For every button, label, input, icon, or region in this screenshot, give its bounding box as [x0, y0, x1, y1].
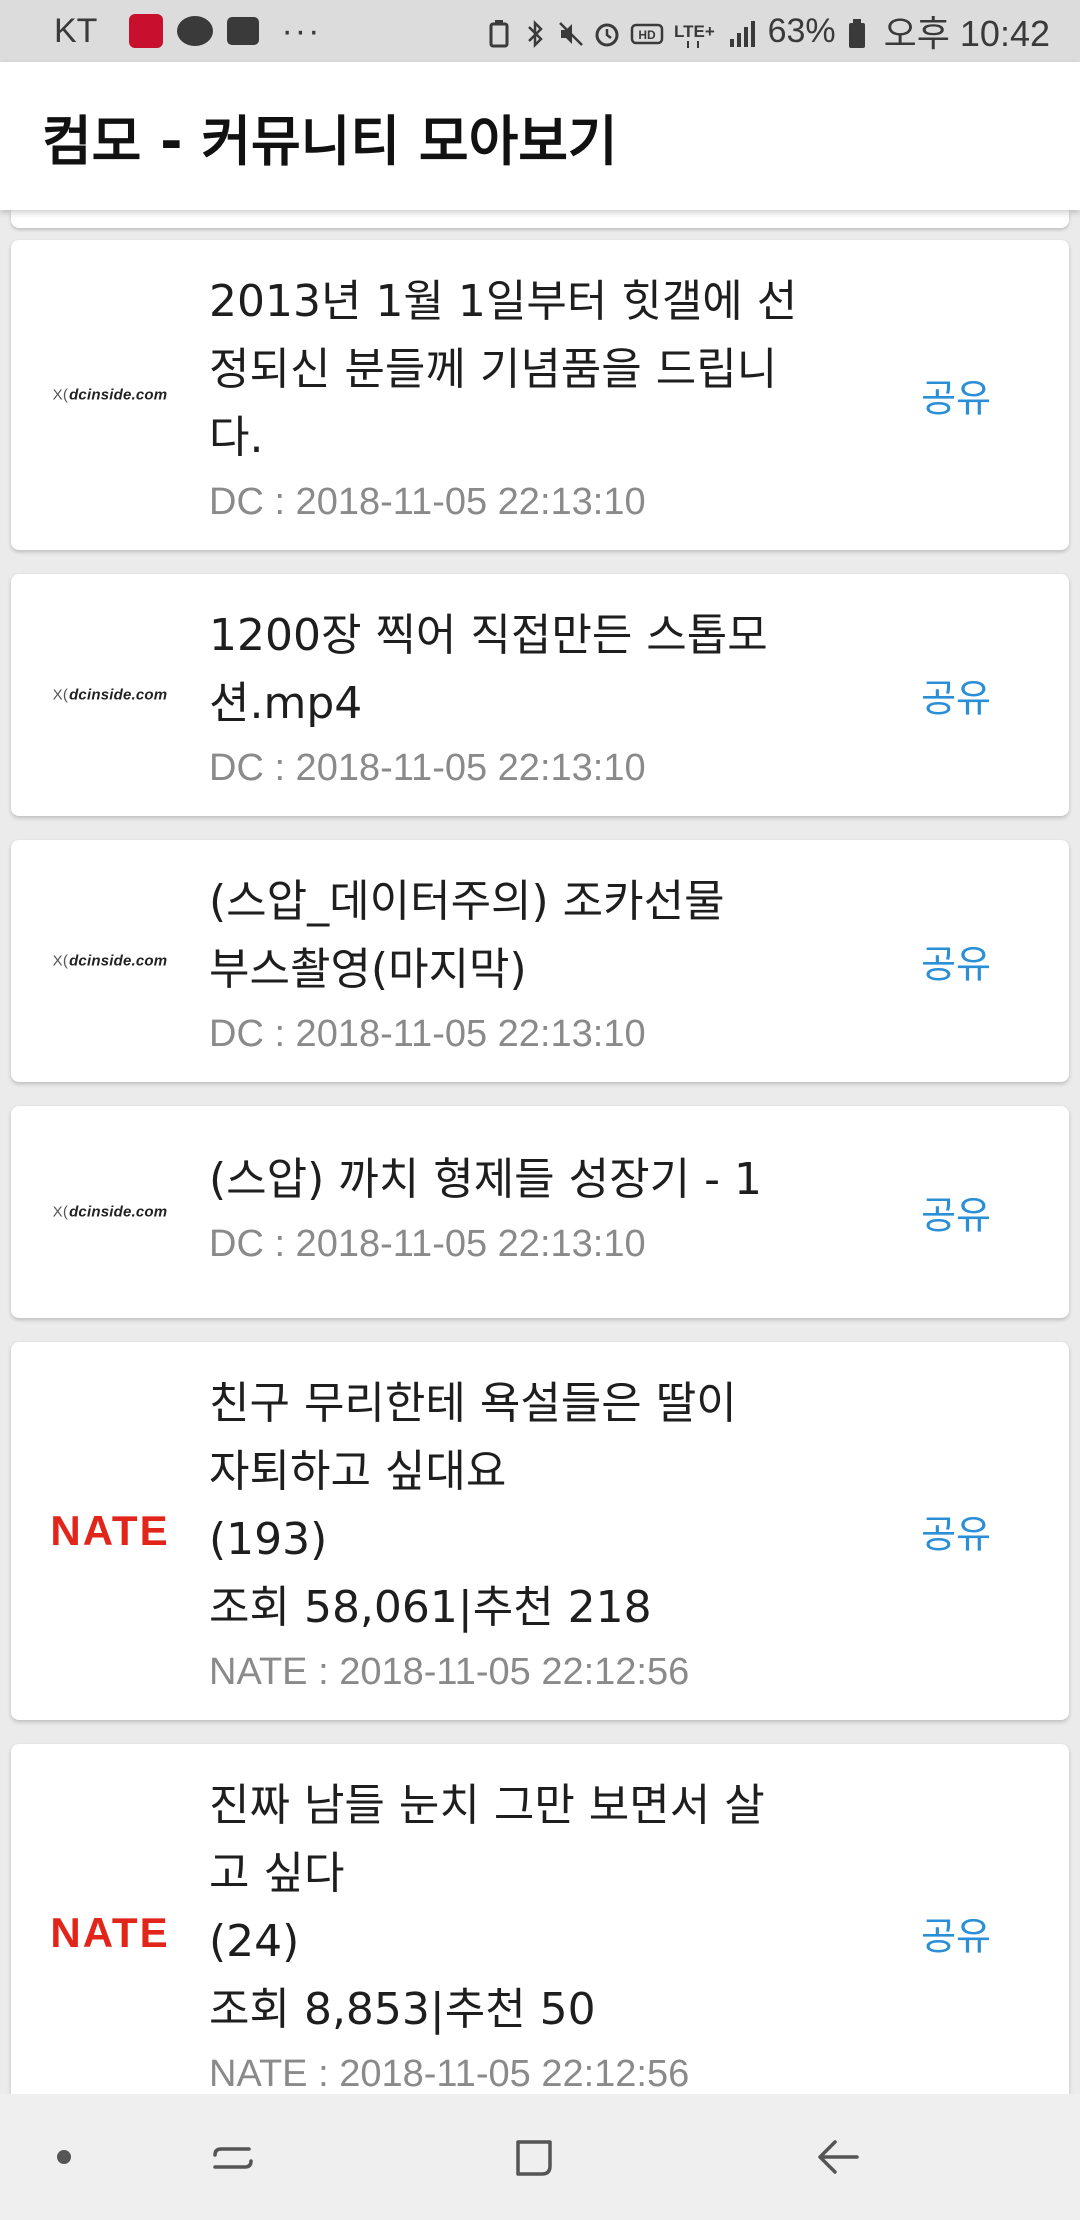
post-card[interactable]: X(dcinside.com (스압) 까치 형제들 성장기 - 1 DC : …	[11, 1106, 1069, 1318]
post-title-line: (스압_데이터주의) 조카선물	[209, 876, 725, 927]
app-notification-icon	[129, 14, 164, 48]
post-card[interactable]: X(dcinside.com 1200장 찍어 직접만든 스톱모 션.mp4 D…	[11, 574, 1069, 816]
svg-text:HD: HD	[638, 28, 656, 42]
post-card[interactable]: NATE 친구 무리한테 욕설들은 딸이 자퇴하고 싶대요 (193) 조회 5…	[11, 1342, 1069, 1720]
battery-saver-icon	[486, 16, 512, 48]
previous-card-edge	[11, 210, 1069, 228]
post-title-line: 친구 무리한테 욕설들은 딸이	[209, 1378, 737, 1429]
post-meta: DC : 2018-11-05 22:13:10	[209, 481, 646, 523]
share-button[interactable]: 공유	[921, 1185, 991, 1240]
carrier-label: KT	[54, 11, 98, 50]
dcinside-logo: X(dcinside.com	[52, 952, 168, 970]
post-meta: DC : 2018-11-05 22:13:10	[209, 1223, 646, 1265]
post-body: 친구 무리한테 욕설들은 딸이 자퇴하고 싶대요 (193) 조회 58,061…	[209, 1370, 809, 1702]
share-button[interactable]: 공유	[921, 1906, 991, 1961]
share-button[interactable]: 공유	[921, 934, 991, 989]
back-icon[interactable]	[813, 2132, 863, 2182]
signal-icon	[728, 16, 758, 47]
post-list[interactable]: X(dcinside.com 2013년 1월 1일부터 힛갤에 선 정되신 분…	[0, 210, 1080, 2094]
home-icon[interactable]	[510, 2132, 560, 2182]
app-bar: 컴모 - 커뮤니티 모아보기	[0, 62, 1080, 210]
post-title-line: 고 싶다	[209, 1848, 345, 1899]
battery-icon	[846, 16, 868, 48]
post-title-line: 부스촬영(마지막)	[209, 944, 527, 995]
hd-icon: HD	[630, 16, 664, 46]
clock: 오후 10:42	[883, 13, 1050, 54]
post-body: 2013년 1월 1일부터 힛갤에 선 정되신 분들께 기념품을 드립니 다. …	[209, 268, 809, 532]
lte-icon: LTE+	[674, 16, 718, 48]
post-title-line: 션.mp4	[209, 678, 363, 729]
post-card[interactable]: X(dcinside.com 2013년 1월 1일부터 힛갤에 선 정되신 분…	[11, 240, 1069, 550]
more-notifications-icon: ···	[281, 11, 322, 50]
talk-icon	[177, 16, 214, 46]
dcinside-logo: X(dcinside.com	[52, 386, 168, 404]
post-body: (스압_데이터주의) 조카선물 부스촬영(마지막) DC : 2018-11-0…	[209, 868, 809, 1064]
post-body: 1200장 찍어 직접만든 스톱모 션.mp4 DC : 2018-11-05 …	[209, 602, 809, 798]
page-title: 컴모 - 커뮤니티 모아보기	[42, 109, 618, 173]
navigation-bar	[0, 2094, 1080, 2220]
nav-dot-icon[interactable]	[57, 2150, 71, 2164]
share-button[interactable]: 공유	[921, 668, 991, 723]
share-button[interactable]: 공유	[921, 368, 991, 423]
post-body: (스압) 까치 형제들 성장기 - 1 DC : 2018-11-05 22:1…	[209, 1146, 809, 1274]
post-meta: DC : 2018-11-05 22:13:10	[209, 1013, 646, 1055]
post-title-line: 자퇴하고 싶대요	[209, 1446, 507, 1497]
post-title-line: (스압) 까치 형제들 성장기 - 1	[209, 1154, 762, 1205]
comment-count: (24)	[209, 1916, 300, 1967]
alarm-icon	[594, 16, 620, 47]
post-stats: 조회 8,853|추천 50	[209, 1984, 596, 2035]
post-meta: NATE : 2018-11-05 22:12:56	[209, 1651, 690, 1693]
comment-count: (193)	[209, 1514, 328, 1565]
post-title-line: 다.	[209, 412, 264, 463]
post-meta: DC : 2018-11-05 22:13:10	[209, 747, 646, 789]
post-stats: 조회 58,061|추천 218	[209, 1582, 652, 1633]
post-body: 진짜 남들 눈치 그만 보면서 살 고 싶다 (24) 조회 8,853|추천 …	[209, 1772, 809, 2094]
share-button[interactable]: 공유	[921, 1504, 991, 1559]
dcinside-logo: X(dcinside.com	[52, 686, 168, 704]
nate-logo: NATE	[50, 1507, 170, 1554]
dcinside-logo: X(dcinside.com	[52, 1203, 168, 1221]
recent-apps-icon[interactable]	[209, 2133, 257, 2181]
svg-text:LTE+: LTE+	[674, 22, 715, 41]
post-card[interactable]: NATE 진짜 남들 눈치 그만 보면서 살 고 싶다 (24) 조회 8,85…	[11, 1744, 1069, 2094]
nate-logo: NATE	[50, 1909, 170, 1956]
post-meta: NATE : 2018-11-05 22:12:56	[209, 2053, 690, 2094]
post-title-line: 1200장 찍어 직접만든 스톱모	[209, 610, 768, 661]
bluetooth-icon	[522, 16, 548, 49]
post-card[interactable]: X(dcinside.com (스압_데이터주의) 조카선물 부스촬영(마지막)…	[11, 840, 1069, 1082]
battery-percent: 63%	[767, 11, 836, 50]
message-icon	[227, 17, 260, 45]
post-title-line: 2013년 1월 1일부터 힛갤에 선	[209, 276, 798, 327]
post-title-line: 정되신 분들께 기념품을 드립니	[209, 344, 778, 395]
status-bar: KT ··· HD LTE+ 63% 오후 10:42	[0, 0, 1080, 62]
post-title-line: 진짜 남들 눈치 그만 보면서 살	[209, 1780, 765, 1831]
mute-icon	[558, 16, 584, 46]
